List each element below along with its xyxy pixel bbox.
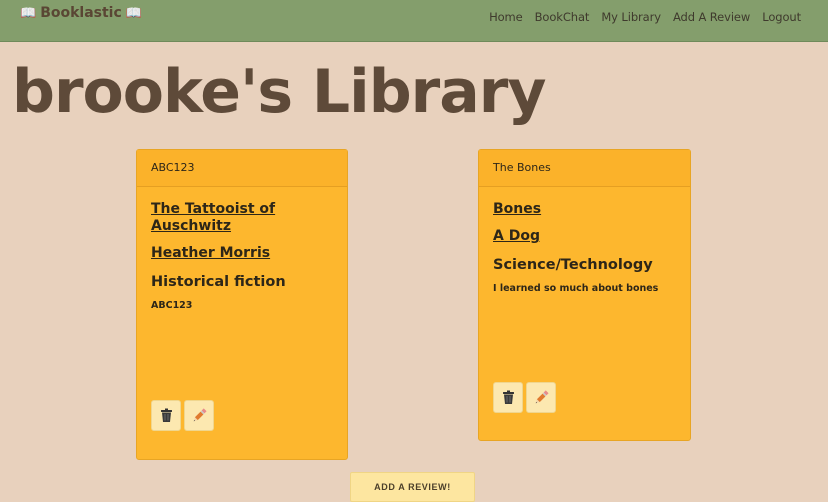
card-header: The Bones [479,150,690,187]
nav-logout-link[interactable]: Logout [762,10,801,24]
navbar: 📖 Booklastic 📖 Home BookChat My Library … [0,0,828,42]
nav-bookchat-link[interactable]: BookChat [535,10,590,24]
book-title-link[interactable]: The Tattooist of Auschwitz [151,201,333,235]
nav-links: Home BookChat My Library Add A Review Lo… [489,10,801,24]
brand-name: Booklastic [40,5,122,21]
nav-home-link[interactable]: Home [489,10,523,24]
card-header: ABC123 [137,150,347,187]
book-genre: Historical fiction [151,274,286,290]
book-author-link[interactable]: Heather Morris [151,245,333,262]
trash-icon [502,390,514,404]
brand-link[interactable]: 📖 Booklastic 📖 [20,5,142,21]
book-review: ABC123 [151,300,193,311]
edit-button[interactable] [184,400,214,431]
book-title-link[interactable]: Bones [493,201,676,218]
book-author-link[interactable]: A Dog [493,228,676,245]
nav-add-review-link[interactable]: Add A Review [673,10,750,24]
pencil-icon [535,390,549,404]
delete-button[interactable] [493,382,523,413]
card-body: The Tattooist of Auschwitz Heather Morri… [137,187,347,325]
book-genre: Science/Technology [493,257,653,273]
book-card: The Bones Bones A Dog Science/Technology… [478,149,691,441]
card-body: Bones A Dog Science/Technology I learned… [479,187,690,308]
book-review: I learned so much about bones [493,283,659,294]
book-icon: 📖 [125,5,142,21]
nav-my-library-link[interactable]: My Library [601,10,661,24]
card-actions [151,400,214,431]
card-actions [493,382,556,413]
book-icon: 📖 [20,5,37,21]
delete-button[interactable] [151,400,181,431]
trash-icon [160,408,172,422]
page-title: brooke's Library [12,57,546,127]
edit-button[interactable] [526,382,556,413]
book-card: ABC123 The Tattooist of Auschwitz Heathe… [136,149,348,460]
add-review-button[interactable]: ADD A REVIEW! [350,472,475,502]
pencil-icon [193,408,207,422]
